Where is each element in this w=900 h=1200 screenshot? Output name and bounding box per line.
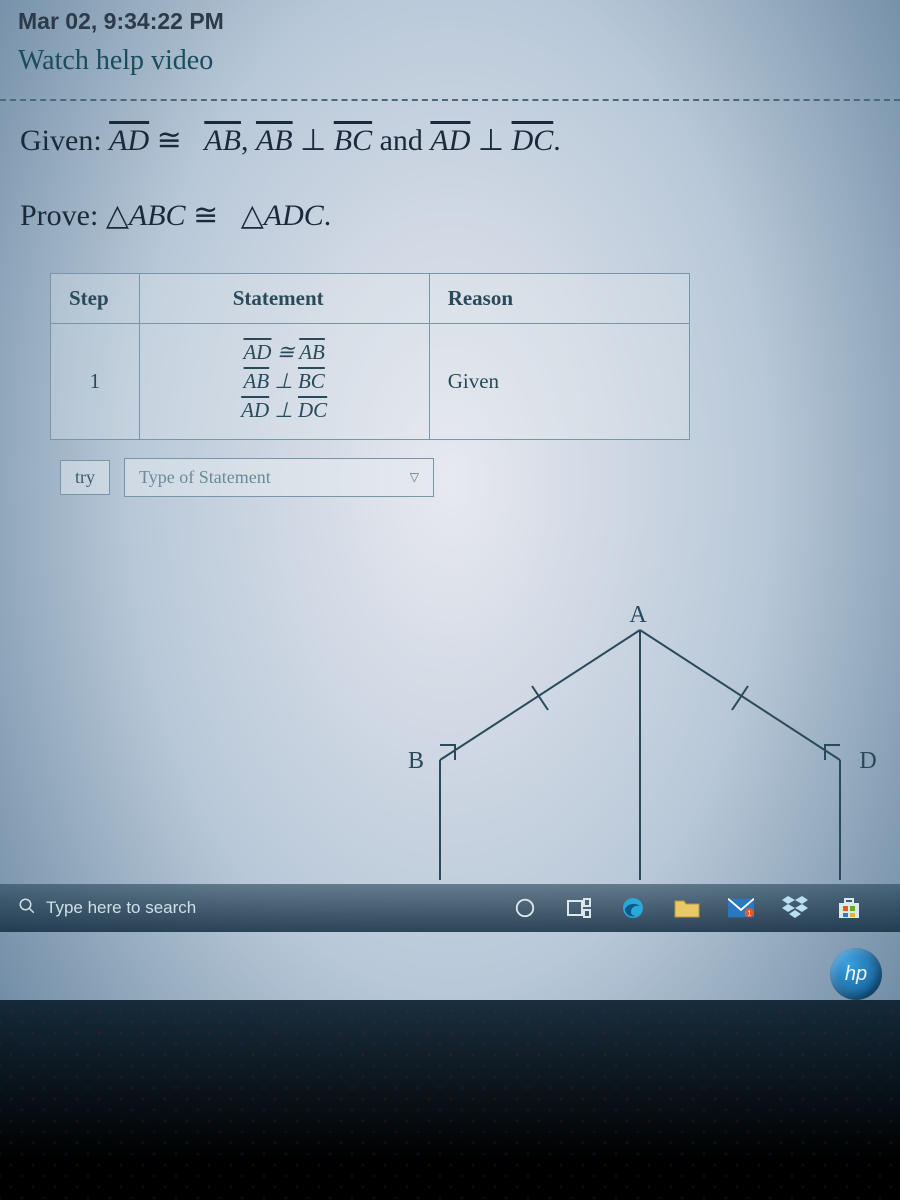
search-placeholder: Type here to search [46,898,196,918]
given-label: Given: [20,124,102,157]
search-icon [18,897,36,920]
table-row: 1 AD ≅ AB AB ⊥ BC AD ⊥ DC Given [51,324,690,440]
stmt-ad2: AD [241,398,269,422]
taskbar-search[interactable]: Type here to search [18,897,338,920]
section-divider [0,99,900,101]
vertex-b-label: B [408,748,424,774]
triangle-abc: ABC [129,199,186,232]
triangle-adc: ADC [264,199,324,232]
chevron-down-icon: ▽ [410,470,419,485]
segment-dc: DC [512,124,554,157]
watch-help-video-link[interactable]: Watch help video [18,45,213,77]
stmt-ab2: AB [244,369,270,393]
segment-bc: BC [334,124,372,157]
congruent-symbol: ≅ [157,124,182,157]
vertex-a-label: A [629,602,647,628]
statement-header: Statement [139,274,429,324]
congruent-symbol-2: ≅ [193,199,218,232]
stmt-cong: ≅ [277,340,295,364]
dropbox-icon[interactable] [782,895,808,921]
dot-pattern [0,1000,900,1200]
stmt-ab: AB [299,340,325,364]
select-placeholder: Type of Statement [139,467,271,488]
timestamp: Mar 02, 9:34:22 PM [18,8,882,35]
windows-taskbar[interactable]: Type here to search 1 [0,884,900,932]
fileexplorer-icon[interactable] [674,895,700,921]
stmt-dc: DC [298,398,327,422]
hp-logo-icon: hp [830,948,882,1000]
perp-symbol-2: ⊥ [478,124,504,157]
stmt-perp: ⊥ [274,369,292,393]
and-word: and [380,124,423,157]
stmt-bc: BC [298,369,325,393]
prove-statement: Prove: △ABC ≅ △ADC. [20,198,880,233]
triangle-symbol-2: △ [241,199,264,232]
edge-icon[interactable] [620,895,646,921]
svg-text:1: 1 [747,908,751,917]
given-statement: Given: AD ≅ AB, AB ⊥ BC and AD ⊥ DC. [20,123,880,158]
taskview-icon[interactable] [566,895,592,921]
segment-ab-2: AB [256,124,293,157]
step-number: 1 [51,324,140,440]
reason-cell: Given [429,324,689,440]
msstore-icon[interactable] [836,895,862,921]
cortana-icon[interactable] [512,895,538,921]
geometry-diagram: A B D [380,600,900,880]
comma: , [241,124,249,157]
segment-ad: AD [109,124,149,157]
mail-icon[interactable]: 1 [728,895,754,921]
reason-header: Reason [429,274,689,324]
screen-bezel [0,1000,900,1200]
statement-cell: AD ≅ AB AB ⊥ BC AD ⊥ DC [139,324,429,440]
segment-ab: AB [204,124,241,157]
proof-table: Step Statement Reason 1 AD ≅ AB AB ⊥ BC … [50,273,690,440]
try-button[interactable]: try [60,460,110,495]
stmt-perp2: ⊥ [274,398,292,422]
table-header-row: Step Statement Reason [51,274,690,324]
segment-ad-2: AD [430,124,470,157]
perp-symbol: ⊥ [300,124,326,157]
prove-label: Prove: [20,199,98,232]
stmt-ad: AD [243,340,271,364]
triangle-symbol: △ [106,199,129,232]
statement-type-select[interactable]: Type of Statement ▽ [124,458,434,497]
step-header: Step [51,274,140,324]
vertex-d-label: D [859,748,876,774]
